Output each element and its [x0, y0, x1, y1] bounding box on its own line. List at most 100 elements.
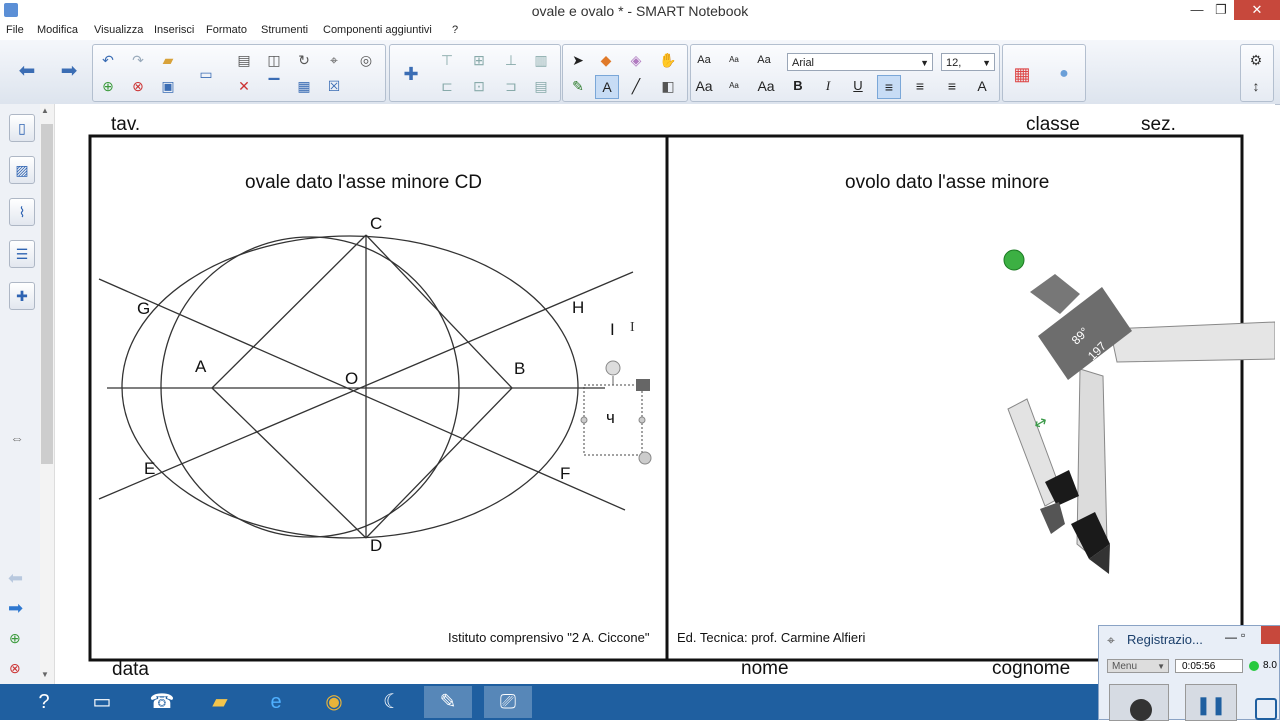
folder-icon[interactable]: ▰: [196, 686, 244, 718]
screen-shade-icon[interactable]: ▔: [263, 75, 285, 97]
case-upper-button[interactable]: Aa: [693, 75, 715, 97]
addons-puzzle-icon[interactable]: ✚: [400, 63, 422, 85]
rotate-handle[interactable]: [605, 360, 621, 376]
recorder-close-button[interactable]: [1261, 626, 1280, 644]
open-folder-icon[interactable]: ▰: [157, 49, 179, 71]
font-shrink-button[interactable]: Aa: [723, 49, 745, 71]
compass-tool[interactable]: ↔: [1003, 249, 1275, 574]
rotate-icon[interactable]: ↻: [293, 49, 315, 71]
record-button[interactable]: [1109, 684, 1169, 721]
menu-componenti[interactable]: Componenti aggiuntivi: [323, 24, 432, 36]
night-app-icon[interactable]: ☾: [368, 686, 416, 718]
delete-page-icon[interactable]: ⊗: [127, 75, 149, 97]
attachments-icon[interactable]: ⌇: [9, 198, 35, 226]
shapes-icon[interactable]: ◆: [595, 49, 617, 71]
menu-modifica[interactable]: Modifica: [37, 24, 78, 36]
compass-rotate-handle[interactable]: [1003, 249, 1025, 271]
screen-share-icon[interactable]: ▭: [195, 63, 217, 85]
align-center-text-icon[interactable]: ≡: [909, 75, 931, 97]
pause-button[interactable]: ❚❚: [1185, 684, 1237, 721]
recorder-menu-select[interactable]: Menu ▼: [1107, 659, 1169, 673]
menu-visualizza[interactable]: Visualizza: [94, 24, 143, 36]
distribute-icon[interactable]: ▤: [530, 75, 552, 97]
align-left-text-icon[interactable]: ≡: [877, 75, 901, 99]
case-title-button[interactable]: Aa: [755, 75, 777, 97]
maximize-button[interactable]: ❐: [1204, 0, 1238, 20]
forward-arrow-icon[interactable]: ➡: [58, 60, 80, 82]
table-icon[interactable]: ▦: [293, 75, 315, 97]
stop-button[interactable]: [1255, 698, 1277, 720]
addons-tab-icon[interactable]: ✚: [9, 282, 35, 310]
delete-icon[interactable]: ✕: [233, 75, 255, 97]
font-style-button[interactable]: Aa: [753, 49, 775, 71]
menu-file[interactable]: File: [6, 24, 24, 36]
undo-icon[interactable]: ↶: [97, 49, 119, 71]
desktop-app-icon[interactable]: ▭: [78, 686, 126, 718]
scroll-down-icon[interactable]: ▼: [41, 670, 49, 679]
resize-sidebar-icon[interactable]: ⇔: [10, 430, 24, 446]
screen-capture-icon[interactable]: ◫: [263, 49, 285, 71]
save-icon[interactable]: ▣: [157, 75, 179, 97]
menu-inserisci[interactable]: Inserisci: [154, 24, 194, 36]
align-top-icon[interactable]: ⊤: [436, 49, 458, 71]
text-box-content[interactable]: ч: [606, 408, 615, 428]
gear-icon[interactable]: ⚙: [1245, 49, 1267, 71]
font-grow-button[interactable]: Aa: [693, 49, 715, 71]
notebook-page[interactable]: ↔ tav. classe sez. ovale dato l'asse min…: [55, 104, 1275, 684]
menu-formato[interactable]: Formato: [206, 24, 247, 36]
menu-strumenti[interactable]: Strumenti: [261, 24, 308, 36]
next-page-icon[interactable]: ➡: [8, 598, 23, 619]
paste-icon[interactable]: ▤: [233, 49, 255, 71]
browser-ie-icon[interactable]: e: [252, 686, 300, 718]
gallery-icon[interactable]: ▨: [9, 156, 35, 184]
align-bottom-icon[interactable]: ⊥: [500, 49, 522, 71]
bold-button[interactable]: B: [787, 75, 809, 97]
properties-tab-icon[interactable]: ☰: [9, 240, 35, 268]
globe-icon[interactable]: ◎: [355, 49, 377, 71]
move-toolbar-icon[interactable]: ↕: [1245, 75, 1267, 97]
delete-box-icon[interactable]: ☒: [323, 75, 345, 97]
menu-help[interactable]: ?: [452, 24, 458, 36]
italic-button[interactable]: I: [817, 75, 839, 97]
font-name-select[interactable]: Arial ▼: [787, 53, 933, 71]
side-handle[interactable]: [580, 416, 588, 424]
line-tool-icon[interactable]: ╱: [625, 75, 647, 97]
text-tool-icon[interactable]: A: [595, 75, 619, 99]
magic-pen-icon[interactable]: ✋: [657, 49, 679, 71]
back-arrow-icon[interactable]: ⬅: [16, 60, 38, 82]
align-center-icon[interactable]: ⊡: [468, 75, 490, 97]
help-icon[interactable]: ?: [20, 686, 68, 718]
document-camera-icon[interactable]: ⌖: [323, 49, 345, 71]
scroll-up-icon[interactable]: ▲: [41, 106, 49, 115]
new-page-icon[interactable]: ⊕: [97, 75, 119, 97]
eraser-tool-icon[interactable]: ◈: [625, 49, 647, 71]
page-sorter-icon[interactable]: ▯: [9, 114, 35, 142]
align-middle-icon[interactable]: ⊞: [468, 49, 490, 71]
eraser-icon[interactable]: ◧: [657, 75, 679, 97]
support-icon[interactable]: ☎: [138, 686, 186, 718]
case-lower-button[interactable]: Aa: [723, 75, 745, 97]
select-pointer-icon[interactable]: ➤: [567, 49, 589, 71]
align-right-icon[interactable]: ⊐: [500, 75, 522, 97]
resize-handle[interactable]: [638, 451, 652, 465]
remove-page-icon[interactable]: ⊗: [9, 660, 21, 677]
close-button[interactable]: ✕: [1234, 0, 1280, 20]
recorder-maximize-button[interactable]: ▫: [1241, 628, 1245, 642]
prev-page-icon[interactable]: ⬅: [8, 568, 23, 589]
text-effects-icon[interactable]: A: [971, 75, 993, 97]
align-columns-icon[interactable]: ▥: [530, 49, 552, 71]
recorder-minimize-button[interactable]: —: [1225, 630, 1237, 644]
underline-button[interactable]: U: [847, 75, 869, 97]
scrollbar-thumb[interactable]: [41, 124, 53, 464]
font-size-select[interactable]: 12, ▼: [941, 53, 995, 71]
smart-notebook-task-icon[interactable]: ✎: [424, 686, 472, 718]
properties-icon[interactable]: ●: [1053, 63, 1075, 85]
redo-icon[interactable]: ↷: [127, 49, 149, 71]
align-left-icon[interactable]: ⊏: [436, 75, 458, 97]
add-page-icon[interactable]: ⊕: [9, 630, 21, 647]
side-handle[interactable]: [638, 416, 646, 424]
browser-chrome-icon[interactable]: ◉: [310, 686, 358, 718]
color-palette-icon[interactable]: ▦: [1011, 63, 1033, 85]
pens-icon[interactable]: ✎: [567, 75, 589, 97]
recorder-task-icon[interactable]: ⎚: [484, 686, 532, 718]
